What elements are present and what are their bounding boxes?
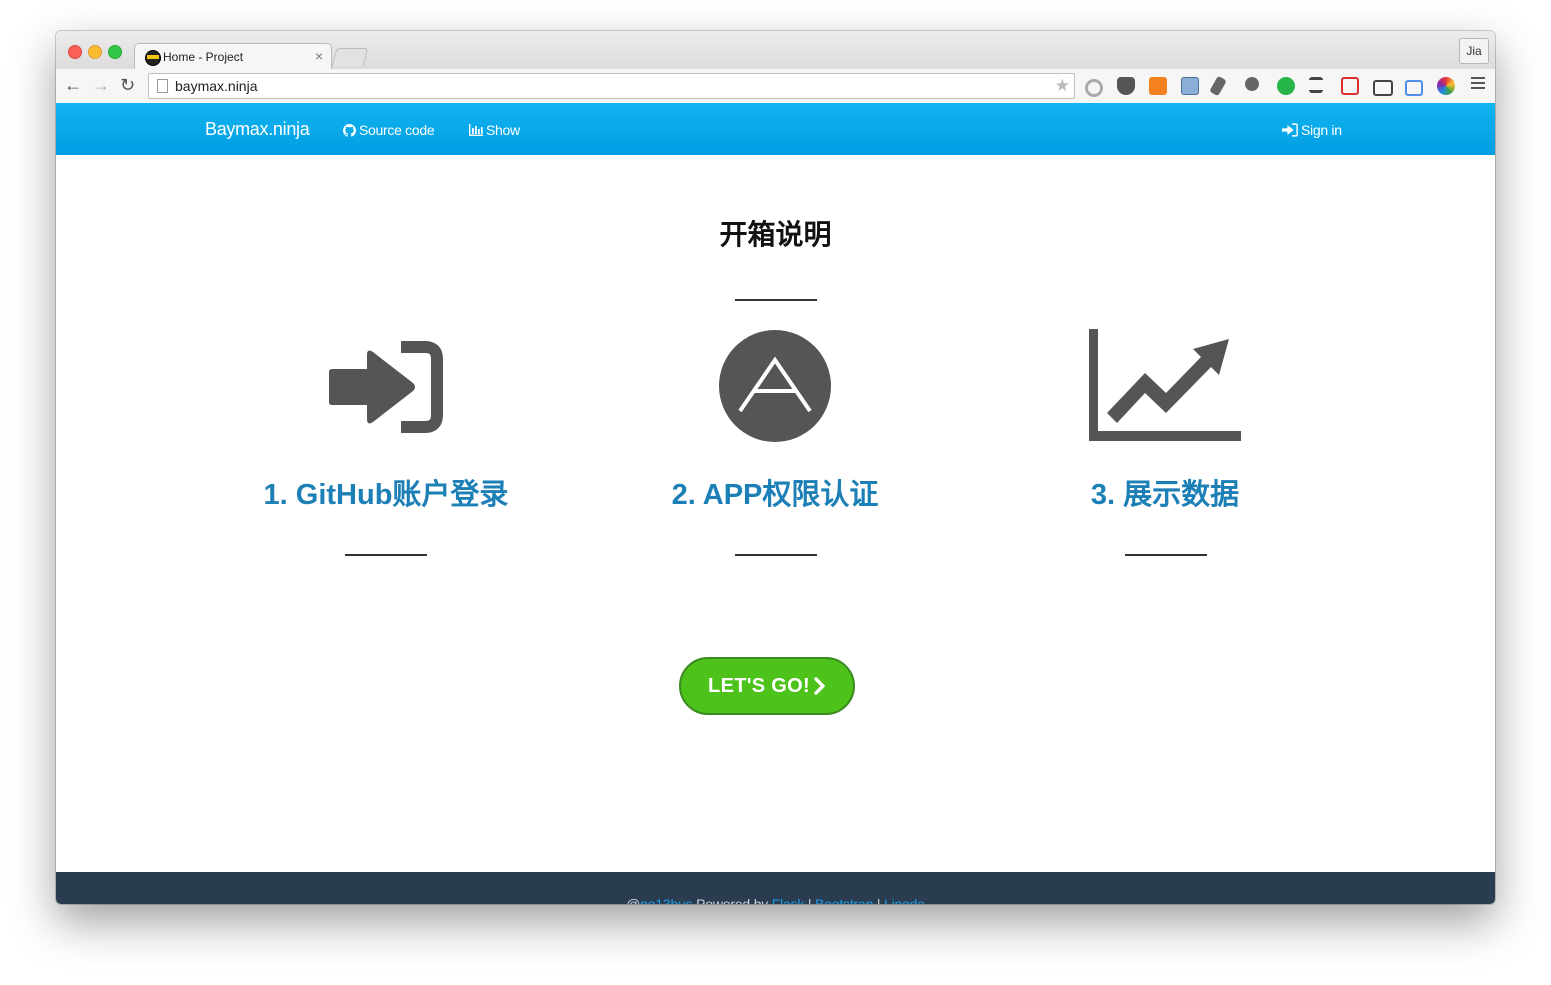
- line-chart-up-icon: [1089, 329, 1241, 441]
- feature-github-login: 1. GitHub账户登录: [206, 329, 566, 511]
- browser-titlebar: Home - Project × Jia: [56, 31, 1495, 70]
- tab-close-icon[interactable]: ×: [315, 48, 323, 64]
- feature-title: 1. GitHub账户登录: [263, 479, 509, 511]
- feature-title: 2. APP权限认证: [671, 479, 879, 511]
- extension-cross-icon[interactable]: [1341, 77, 1359, 95]
- extension-green-icon[interactable]: [1277, 77, 1295, 95]
- pocket-icon[interactable]: [1117, 77, 1135, 95]
- page-title: 开箱说明: [719, 219, 832, 250]
- forward-arrow-icon[interactable]: →: [92, 74, 110, 96]
- bookmark-manager-icon[interactable]: [1181, 77, 1199, 95]
- lets-go-label: LET'S GO!: [708, 674, 810, 697]
- bar-chart-icon: [469, 124, 483, 136]
- nav-sign-in[interactable]: Sign in: [1282, 122, 1342, 138]
- baymax-favicon-icon: [145, 50, 161, 66]
- extension-stack-icon[interactable]: [1309, 77, 1323, 93]
- sign-in-icon: [329, 341, 443, 433]
- chevron-right-icon: [814, 677, 825, 695]
- feature-divider: [735, 554, 817, 556]
- site-navbar: Baymax.ninja Source code Show Sign in: [56, 103, 1495, 155]
- url-text[interactable]: baymax.ninja: [175, 78, 258, 94]
- evernote-icon[interactable]: [1245, 77, 1259, 91]
- sign-in-icon: [1282, 123, 1298, 137]
- browser-toolbar: ← → ↻ baymax.ninja ★: [56, 69, 1495, 104]
- feature-divider: [345, 554, 427, 556]
- tab-title: Home - Project: [163, 50, 244, 64]
- nav-source-code[interactable]: Source code: [343, 122, 435, 138]
- footer-separator: |: [804, 896, 816, 904]
- feature-divider: [1125, 554, 1207, 556]
- heading-divider: [735, 299, 817, 301]
- nav-show[interactable]: Show: [469, 122, 520, 138]
- color-wheel-icon[interactable]: [1437, 77, 1455, 95]
- extension-orange-icon[interactable]: [1149, 77, 1167, 95]
- brand-link[interactable]: Baymax.ninja: [205, 119, 310, 140]
- screenshot-icon[interactable]: [1373, 80, 1393, 96]
- footer-author-link[interactable]: no13bus: [640, 896, 693, 904]
- address-bar[interactable]: baymax.ninja ★: [148, 73, 1075, 99]
- extension-folder-icon[interactable]: [1405, 80, 1423, 96]
- feature-show-data: 3. 展示数据: [985, 329, 1345, 511]
- extension-pen-icon[interactable]: [1209, 75, 1227, 97]
- zoom-window-button[interactable]: [108, 45, 122, 59]
- reload-icon[interactable]: ↻: [120, 74, 135, 96]
- footer-flask-link[interactable]: Flask: [772, 896, 805, 904]
- new-tab-button[interactable]: [331, 48, 369, 66]
- footer-powered-text: Powered by: [692, 896, 772, 904]
- section-heading-wrap: 开箱说明: [56, 213, 1495, 253]
- feature-title: 3. 展示数据: [1090, 479, 1240, 511]
- profile-button[interactable]: Jia: [1459, 38, 1489, 64]
- footer-separator: |: [873, 896, 885, 904]
- angular-a-icon: [719, 330, 831, 442]
- lets-go-button[interactable]: LET'S GO!: [679, 657, 855, 715]
- page-content: Baymax.ninja Source code Show Sign in 开箱…: [56, 103, 1495, 904]
- page-icon: [157, 79, 168, 93]
- browser-window: Home - Project × Jia ← → ↻ baymax.ninja …: [56, 31, 1495, 904]
- bookmark-star-icon[interactable]: ★: [1055, 76, 1070, 96]
- footer-linode-link[interactable]: Linode: [884, 896, 925, 904]
- nav-show-label: Show: [486, 122, 520, 138]
- close-window-button[interactable]: [68, 45, 82, 59]
- footer-at: @: [626, 896, 641, 904]
- minimize-window-button[interactable]: [88, 45, 102, 59]
- github-icon: [343, 123, 356, 137]
- extension-circle-icon[interactable]: [1085, 79, 1103, 97]
- menu-icon[interactable]: [1471, 77, 1485, 92]
- site-footer: @no13bus Powered by Flask | Bootstrap | …: [56, 872, 1495, 904]
- feature-app-auth: 2. APP权限认证: [595, 329, 955, 511]
- nav-source-code-label: Source code: [359, 122, 435, 138]
- footer-bootstrap-link[interactable]: Bootstrap: [815, 896, 873, 904]
- browser-tab[interactable]: Home - Project ×: [134, 43, 332, 70]
- back-arrow-icon[interactable]: ←: [64, 74, 82, 96]
- nav-sign-in-label: Sign in: [1301, 122, 1342, 138]
